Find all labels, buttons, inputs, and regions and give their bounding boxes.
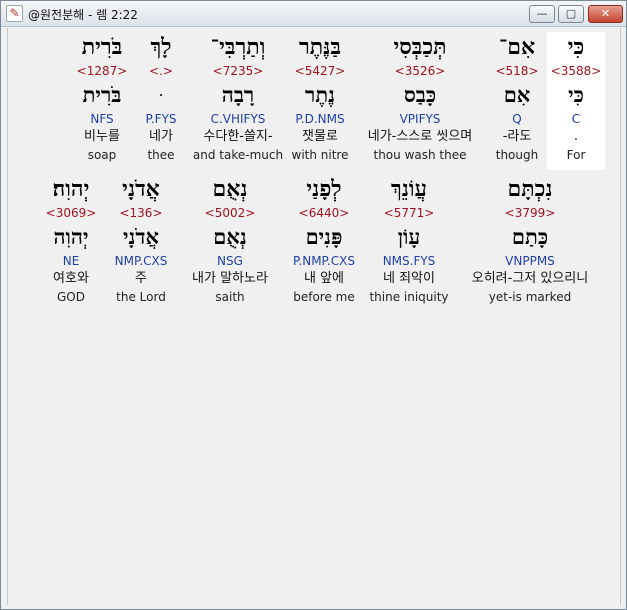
app-window: ✎ @원전분해 - 렘 2:22 — ▢ ✕ כִּי <3588> כִּי … bbox=[0, 0, 627, 610]
english-gloss: For bbox=[566, 148, 586, 162]
window-title: @원전분해 - 렘 2:22 bbox=[28, 8, 138, 22]
english-gloss: though bbox=[495, 148, 539, 162]
korean-gloss: 네 죄악이 bbox=[383, 271, 435, 286]
morphology-code: P.FYS bbox=[145, 112, 177, 126]
strong-number[interactable]: <5771> bbox=[367, 204, 451, 222]
english-gloss: GOD bbox=[57, 290, 85, 304]
hebrew-word: בַּנֶּתֶר bbox=[299, 34, 341, 60]
word-column[interactable]: וְתַרְבִּי־ <7235> רָבָה C.VHIFYS 수다한-쓸지… bbox=[190, 32, 286, 164]
word-column[interactable]: לְפָנַי <6440> פָּנִים P.NMP.CXS 내 앞에 be… bbox=[285, 174, 363, 306]
english-gloss: soap bbox=[87, 148, 117, 162]
word-column[interactable]: אֲדֹנָי <136> אֲדֹנָי NMP.CXS 주 the Lord bbox=[106, 174, 176, 306]
lemma-word: ּ bbox=[136, 80, 186, 110]
hebrew-word: אֲדֹנָי bbox=[122, 176, 160, 202]
strong-number[interactable]: <1287> bbox=[72, 62, 132, 80]
close-button[interactable]: ✕ bbox=[588, 5, 623, 23]
morphology-code: NE bbox=[62, 254, 80, 268]
strong-number[interactable]: <3069> bbox=[40, 204, 102, 222]
korean-gloss: 여호와 bbox=[53, 271, 89, 286]
korean-gloss: 네가-스스로 씻으며 bbox=[367, 129, 473, 144]
strong-number[interactable]: <6440> bbox=[285, 204, 363, 222]
strong-number[interactable]: <3588> bbox=[547, 62, 605, 80]
lemma-word: כָּבַס bbox=[403, 82, 437, 107]
morphology-code: C bbox=[571, 112, 581, 126]
word-column[interactable]: לָךְ <.> ּ P.FYS 네가 thee bbox=[136, 32, 186, 164]
morphology-code: NMP.CXS bbox=[114, 254, 168, 268]
hebrew-word: אִם־ bbox=[498, 34, 536, 60]
english-gloss: thine iniquity bbox=[369, 290, 449, 304]
word-column[interactable]: עֲוֹנֵךְ <5771> עָוֹן NMS.FYS 네 죄악이 thin… bbox=[367, 174, 451, 306]
word-column[interactable]: כִּי <3588> כִּי C . For bbox=[547, 32, 605, 170]
word-column[interactable]: נְאֻם <5002> נְאֻם NSG 내가 말하노라 saith bbox=[180, 174, 280, 306]
korean-gloss: 내가 말하노라 bbox=[192, 271, 268, 286]
hebrew-word: נְאֻם bbox=[212, 176, 248, 202]
word-column[interactable]: בֹּרִית <1287> בֹּרִית NFS 비누를 soap bbox=[72, 32, 132, 164]
morphology-code: C.VHIFYS bbox=[210, 112, 266, 126]
english-gloss: with nitre bbox=[291, 148, 349, 162]
lemma-word: נְאֻם bbox=[213, 224, 247, 249]
strong-number[interactable]: <136> bbox=[106, 204, 176, 222]
english-gloss: thee bbox=[147, 148, 175, 162]
minimize-button[interactable]: — bbox=[529, 5, 555, 23]
english-gloss: and take-much bbox=[192, 148, 284, 162]
lemma-word: כִּי bbox=[568, 82, 584, 107]
english-gloss: yet-is marked bbox=[488, 290, 572, 304]
korean-gloss: -라도 bbox=[502, 129, 532, 144]
lemma-word: רָבָה bbox=[221, 82, 255, 107]
lemma-word: אֲדֹנָי bbox=[123, 224, 159, 249]
morphology-code: NSG bbox=[217, 254, 243, 268]
korean-gloss: 비누를 bbox=[84, 129, 120, 144]
morphology-code: Q bbox=[512, 112, 522, 126]
hebrew-word: תְּכַבְּסִי bbox=[393, 34, 447, 60]
hebrew-word: נִכְתָּם bbox=[507, 176, 553, 202]
english-gloss: thou wash thee bbox=[373, 148, 467, 162]
title-bar[interactable]: ✎ @원전분해 - 렘 2:22 — ▢ ✕ bbox=[1, 1, 626, 27]
morphology-code: VPIFYS bbox=[399, 112, 441, 126]
word-column[interactable]: יְהוִה׃ <3069> יְהוִה NE 여호와 GOD bbox=[40, 174, 102, 306]
morphology-code: P.D.NMS bbox=[295, 112, 345, 126]
strong-number[interactable]: <518> bbox=[489, 62, 545, 80]
korean-gloss: 주 bbox=[135, 271, 147, 286]
lemma-word: פָּנִים bbox=[305, 224, 343, 249]
morphology-code: VNPPMS bbox=[505, 254, 555, 268]
hebrew-word: בֹּרִית bbox=[81, 34, 123, 60]
lemma-word: נֶתֶר bbox=[305, 82, 335, 107]
morphology-code: NMS.FYS bbox=[382, 254, 436, 268]
word-column[interactable]: תְּכַבְּסִי <3526> כָּבַס VPIFYS 네가-스스로 … bbox=[352, 32, 488, 164]
word-column[interactable]: נִכְתָּם <3799> כָּתַם VNPPMS 오히려-그저 있으리… bbox=[456, 174, 604, 306]
interlinear-panel: כִּי <3588> כִּי C . For אִם־ <518> אִם … bbox=[7, 28, 621, 605]
korean-gloss: 수다한-쓸지- bbox=[203, 129, 273, 144]
morphology-code: NFS bbox=[90, 112, 114, 126]
strong-number[interactable]: <5002> bbox=[180, 204, 280, 222]
lemma-word: בֹּרִית bbox=[82, 82, 122, 107]
strong-number[interactable]: <3799> bbox=[456, 204, 604, 222]
korean-gloss: 잿물로 bbox=[302, 129, 338, 144]
morphology-code: P.NMP.CXS bbox=[293, 254, 355, 268]
word-column[interactable]: אִם־ <518> אִם Q -라도 though bbox=[489, 32, 545, 164]
hebrew-word: יְהוִה׃ bbox=[52, 176, 90, 202]
korean-gloss: 내 앞에 bbox=[303, 271, 344, 286]
english-gloss: saith bbox=[215, 290, 245, 304]
hebrew-word: וְתַרְבִּי־ bbox=[210, 34, 266, 60]
strong-number[interactable]: <7235> bbox=[190, 62, 286, 80]
word-column[interactable]: בַּנֶּתֶר <5427> נֶתֶר P.D.NMS 잿물로 with … bbox=[285, 32, 355, 164]
strong-number[interactable]: <.> bbox=[136, 62, 186, 80]
maximize-button[interactable]: ▢ bbox=[558, 5, 584, 23]
korean-gloss: . bbox=[573, 129, 579, 144]
lemma-word: אִם bbox=[503, 82, 531, 107]
hebrew-word: לָךְ bbox=[150, 34, 172, 60]
lemma-word: כָּתַם bbox=[511, 224, 549, 249]
korean-gloss: 네가 bbox=[149, 129, 173, 144]
strong-number[interactable]: <3526> bbox=[352, 62, 488, 80]
english-gloss: the Lord bbox=[116, 290, 166, 304]
lemma-word: יְהוִה bbox=[53, 224, 89, 249]
hebrew-word: עֲוֹנֵךְ bbox=[390, 176, 428, 202]
strong-number[interactable]: <5427> bbox=[285, 62, 355, 80]
korean-gloss: 오히려-그저 있으리니 bbox=[471, 271, 589, 286]
app-logo-icon[interactable]: ✎ bbox=[6, 5, 23, 22]
lemma-word: עָוֹן bbox=[397, 224, 421, 249]
hebrew-word: לְפָנַי bbox=[306, 176, 342, 202]
hebrew-word: כִּי bbox=[567, 34, 585, 60]
english-gloss: before me bbox=[293, 290, 355, 304]
